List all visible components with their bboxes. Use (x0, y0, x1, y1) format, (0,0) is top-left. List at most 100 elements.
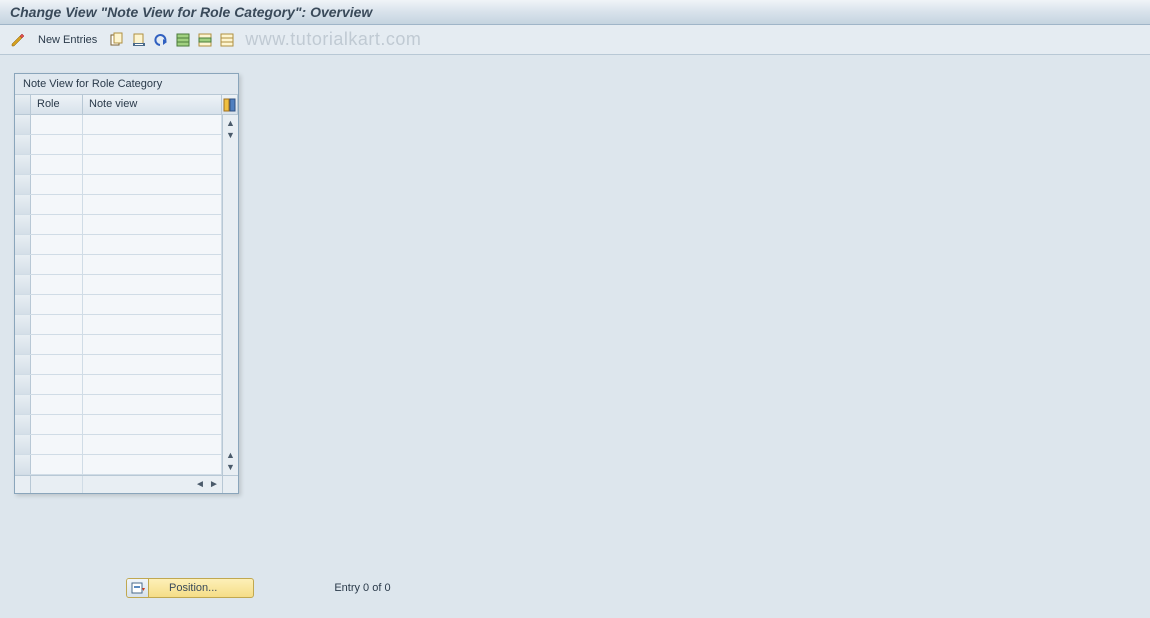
table-footer: ◄ ► (15, 475, 238, 493)
table-row (15, 295, 222, 315)
row-selector[interactable] (15, 215, 31, 234)
cell-noteview[interactable] (83, 395, 222, 414)
row-selector[interactable] (15, 235, 31, 254)
select-block-button[interactable] (195, 30, 215, 50)
scroll-up-button-2[interactable]: ▲ (225, 449, 237, 461)
table-row (15, 135, 222, 155)
entry-count-text: Entry 0 of 0 (334, 582, 390, 594)
cell-noteview[interactable] (83, 115, 222, 134)
select-block-icon (197, 32, 213, 48)
table-settings-button[interactable] (222, 95, 238, 114)
position-button[interactable]: Position... (126, 578, 254, 598)
column-header-role[interactable]: Role (31, 95, 83, 114)
delete-button[interactable] (129, 30, 149, 50)
table-title: Note View for Role Category (15, 74, 238, 95)
cell-noteview[interactable] (83, 155, 222, 174)
select-all-icon (175, 32, 191, 48)
table-row (15, 395, 222, 415)
cell-role[interactable] (31, 295, 83, 314)
cell-role[interactable] (31, 335, 83, 354)
table-row (15, 415, 222, 435)
new-entries-button[interactable]: New Entries (30, 31, 105, 49)
cell-noteview[interactable] (83, 235, 222, 254)
toolbar: New Entries (0, 25, 1150, 55)
table-row (15, 275, 222, 295)
copy-as-button[interactable] (107, 30, 127, 50)
cell-role[interactable] (31, 415, 83, 434)
scroll-up-button[interactable]: ▲ (225, 117, 237, 129)
table-settings-icon (223, 98, 237, 112)
cell-noteview[interactable] (83, 375, 222, 394)
cell-role[interactable] (31, 455, 83, 474)
row-selector[interactable] (15, 335, 31, 354)
cell-noteview[interactable] (83, 255, 222, 274)
table-row (15, 175, 222, 195)
row-selector[interactable] (15, 415, 31, 434)
column-header-selector[interactable] (15, 95, 31, 114)
cell-role[interactable] (31, 115, 83, 134)
vertical-scrollbar[interactable]: ▲ ▼ ▲ ▼ (222, 115, 238, 475)
cell-noteview[interactable] (83, 335, 222, 354)
cell-role[interactable] (31, 235, 83, 254)
cell-noteview[interactable] (83, 275, 222, 294)
scroll-down-button-2[interactable]: ▼ (225, 461, 237, 473)
cell-role[interactable] (31, 275, 83, 294)
row-selector[interactable] (15, 455, 31, 474)
cell-noteview[interactable] (83, 455, 222, 474)
horizontal-scrollbar[interactable]: ◄ ► (83, 476, 222, 493)
delete-icon (131, 32, 147, 48)
table-row (15, 215, 222, 235)
cell-role[interactable] (31, 135, 83, 154)
position-button-label: Position... (149, 582, 253, 594)
undo-button[interactable] (151, 30, 171, 50)
scroll-left-button[interactable]: ◄ (194, 479, 206, 491)
cell-role[interactable] (31, 435, 83, 454)
row-selector[interactable] (15, 155, 31, 174)
watermark-text: www.tutorialkart.com (245, 29, 421, 50)
cell-role[interactable] (31, 375, 83, 394)
deselect-all-button[interactable] (217, 30, 237, 50)
row-selector[interactable] (15, 295, 31, 314)
row-selector[interactable] (15, 355, 31, 374)
cell-noteview[interactable] (83, 355, 222, 374)
cell-noteview[interactable] (83, 435, 222, 454)
cell-noteview[interactable] (83, 195, 222, 214)
cell-role[interactable] (31, 355, 83, 374)
toggle-display-change-button[interactable] (8, 30, 28, 50)
cell-role[interactable] (31, 155, 83, 174)
cell-noteview[interactable] (83, 295, 222, 314)
row-selector[interactable] (15, 315, 31, 334)
row-selector[interactable] (15, 395, 31, 414)
cell-role[interactable] (31, 315, 83, 334)
cell-noteview[interactable] (83, 135, 222, 154)
scroll-down-button[interactable]: ▼ (225, 129, 237, 141)
cell-role[interactable] (31, 395, 83, 414)
row-selector[interactable] (15, 375, 31, 394)
select-all-button[interactable] (173, 30, 193, 50)
cell-role[interactable] (31, 195, 83, 214)
table-row (15, 195, 222, 215)
row-selector[interactable] (15, 175, 31, 194)
table-row (15, 315, 222, 335)
scroll-right-button[interactable]: ► (208, 479, 220, 491)
bottom-bar: Position... Entry 0 of 0 (126, 578, 391, 598)
row-selector[interactable] (15, 135, 31, 154)
content-area: Note View for Role Category Role Note vi… (0, 55, 1150, 512)
table-row (15, 455, 222, 475)
column-header-noteview[interactable]: Note view (83, 95, 222, 114)
cell-role[interactable] (31, 215, 83, 234)
row-selector[interactable] (15, 255, 31, 274)
cell-noteview[interactable] (83, 315, 222, 334)
cell-role[interactable] (31, 175, 83, 194)
row-selector[interactable] (15, 115, 31, 134)
cell-noteview[interactable] (83, 415, 222, 434)
row-selector[interactable] (15, 435, 31, 454)
copy-icon (109, 32, 125, 48)
cell-role[interactable] (31, 255, 83, 274)
row-selector[interactable] (15, 195, 31, 214)
table-row (15, 355, 222, 375)
cell-noteview[interactable] (83, 175, 222, 194)
table-row (15, 155, 222, 175)
cell-noteview[interactable] (83, 215, 222, 234)
row-selector[interactable] (15, 275, 31, 294)
